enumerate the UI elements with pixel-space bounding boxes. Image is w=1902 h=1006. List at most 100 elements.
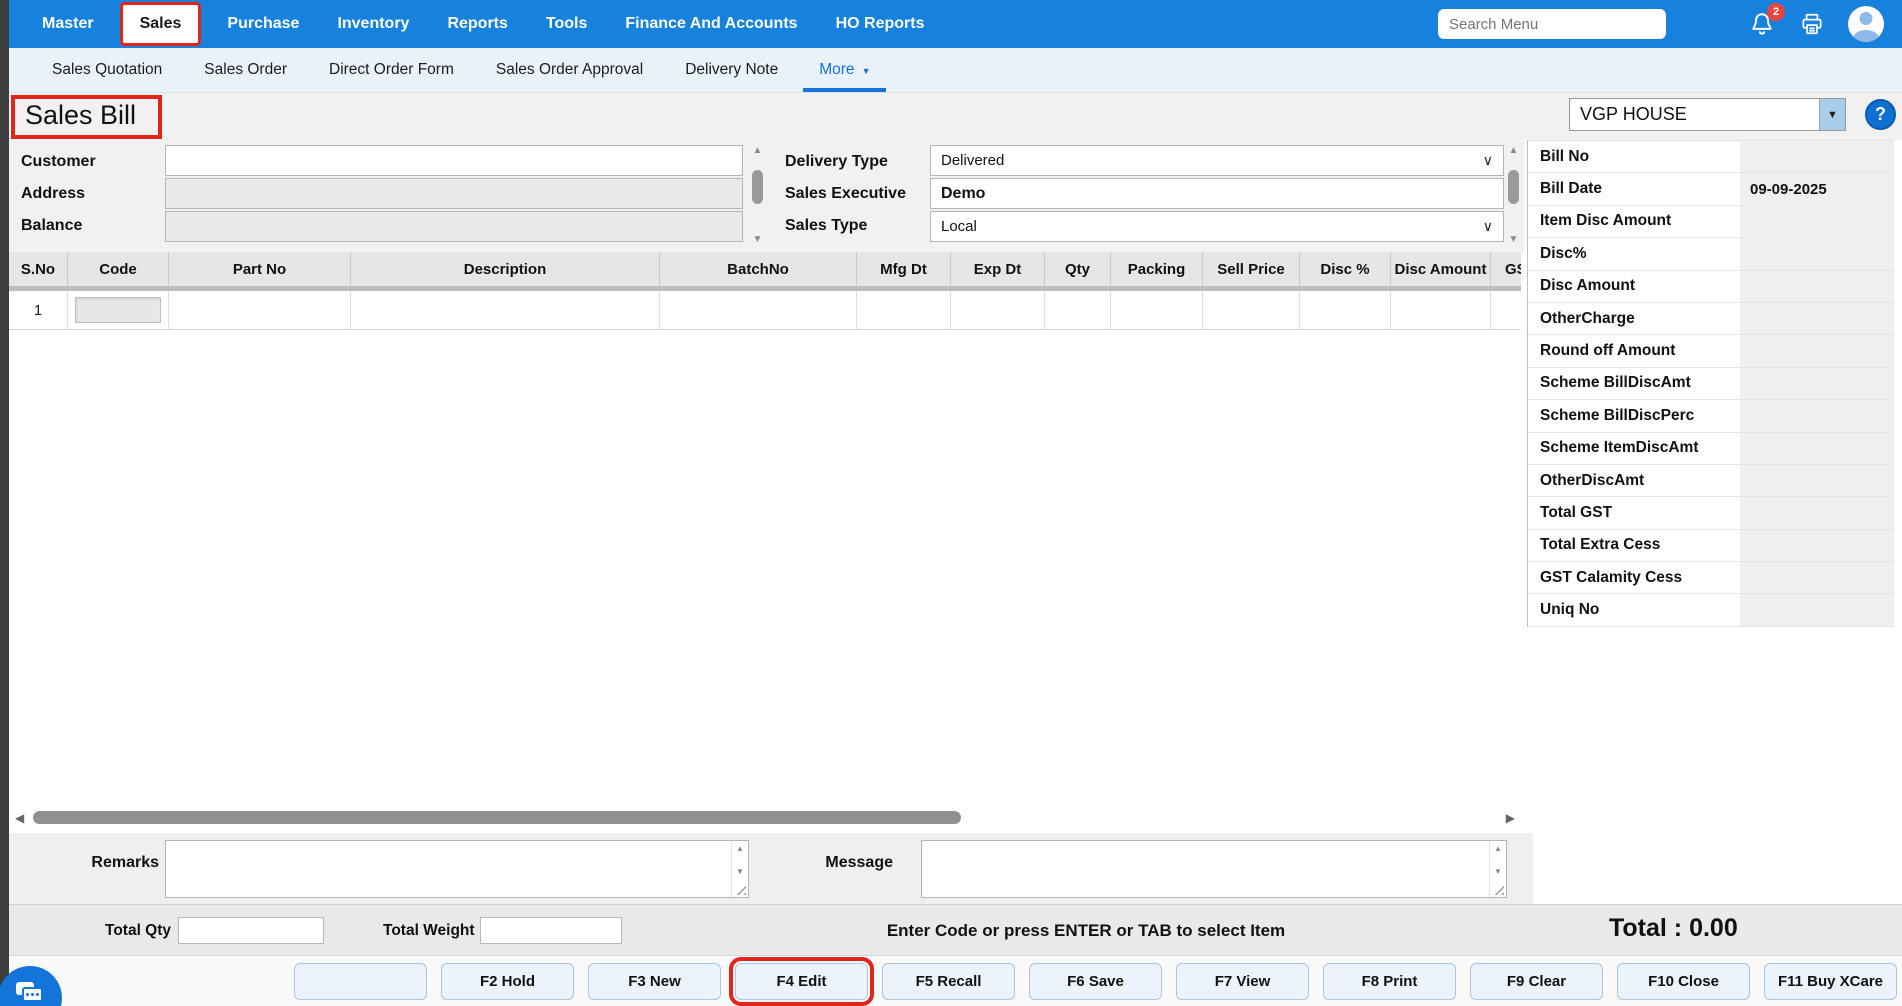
submenu-sales-order-approval[interactable]: Sales Order Approval [475,48,664,92]
printer-icon [1799,11,1825,37]
menu-item-purchase[interactable]: Purchase [208,0,318,48]
menu-item-reports[interactable]: Reports [428,0,526,48]
totals-band: Total Qty Total Weight Enter Code or pre… [9,904,1902,956]
cell-exp-dt [951,291,1045,329]
scroll-down-icon[interactable]: ▼ [749,234,766,246]
column-header-batchno: BatchNo [660,252,857,286]
cell-part-no [169,291,351,329]
summary-row-item-disc-amount: Item Disc Amount [1528,206,1894,238]
scroll-down-icon[interactable]: ▼ [1490,867,1506,876]
scroll-down-icon[interactable]: ▼ [1505,234,1522,246]
f6-save-button[interactable]: F6 Save [1029,963,1162,1000]
scroll-right-icon[interactable]: ▶ [1506,811,1515,825]
active-tab-underline [803,88,886,92]
summary-value [1740,465,1894,496]
branch-select[interactable]: VGP HOUSE ▼ [1569,98,1846,131]
textarea-scrollbar: ▲ ▼ [1489,841,1506,897]
f8-print-button[interactable]: F8 Print [1323,963,1456,1000]
code-input[interactable] [75,297,161,323]
summary-value [1740,594,1894,625]
summary-row-bill-no: Bill No [1528,141,1894,173]
summary-row-scheme-billdiscamt: Scheme BillDiscAmt [1528,368,1894,400]
submenu-more[interactable]: More ▼ [799,48,890,92]
f1-button[interactable] [294,963,427,1000]
scroll-up-icon[interactable]: ▲ [1490,844,1506,853]
summary-label: Item Disc Amount [1528,206,1740,237]
main-menu: Master Sales Purchase Inventory Reports … [9,0,943,48]
search-input[interactable] [1438,9,1666,39]
summary-label: Disc Amount [1528,271,1740,302]
menu-item-tools[interactable]: Tools [527,0,606,48]
f11-buy-xcare-button[interactable]: F11 Buy XCare [1764,963,1897,1000]
column-header-sell-price: Sell Price [1203,252,1300,286]
scroll-down-icon[interactable]: ▼ [732,867,748,876]
balance-label: Balance [21,217,82,235]
message-label: Message [821,854,893,872]
chat-bubbles-icon [16,982,44,1006]
branch-select-value: VGP HOUSE [1570,99,1819,130]
cell-qty [1045,291,1111,329]
submenu-sales-order[interactable]: Sales Order [183,48,308,92]
menu-item-finance-and-accounts[interactable]: Finance And Accounts [606,0,816,48]
total-weight-input[interactable] [480,917,622,944]
help-icon: ? [1875,104,1886,125]
summary-value [1740,530,1894,561]
summary-value [1740,335,1894,366]
scrollbar-thumb[interactable] [33,811,961,824]
scrollbar-thumb[interactable] [1508,170,1519,204]
menu-item-inventory[interactable]: Inventory [318,0,428,48]
f10-close-button[interactable]: F10 Close [1617,963,1750,1000]
title-highlight-box: Sales Bill [11,95,162,139]
summary-value [1740,271,1894,302]
summary-row-uniq-no: Uniq No [1528,594,1894,626]
print-button[interactable] [1798,10,1826,38]
f2-hold-button[interactable]: F2 Hold [441,963,574,1000]
scrollbar-thumb[interactable] [752,170,763,204]
submenu-delivery-note[interactable]: Delivery Note [664,48,799,92]
notifications-button[interactable]: 2 [1748,10,1776,38]
f7-view-button[interactable]: F7 View [1176,963,1309,1000]
balance-field [165,211,743,242]
resize-handle-icon[interactable] [735,884,746,895]
summary-value [1740,238,1894,269]
item-row-1: 1 [9,291,1521,330]
summary-label: Total Extra Cess [1528,530,1740,561]
form-panel-scrollbar: ▲ ▼ [1505,145,1522,246]
sales-executive-label: Sales Executive [785,185,906,203]
submenu-direct-order-form[interactable]: Direct Order Form [308,48,475,92]
total-weight-label: Total Weight [383,922,475,940]
summary-value [1740,400,1894,431]
summary-row-total-gst: Total GST [1528,497,1894,529]
f3-new-button[interactable]: F3 New [588,963,721,1000]
sales-executive-field[interactable]: Demo [930,178,1504,209]
summary-row-round-off: Round off Amount [1528,335,1894,367]
scroll-up-icon[interactable]: ▲ [749,145,766,157]
f9-clear-button[interactable]: F9 Clear [1470,963,1603,1000]
f5-recall-button[interactable]: F5 Recall [882,963,1015,1000]
submenu-sales-quotation[interactable]: Sales Quotation [31,48,183,92]
cell-sno: 1 [9,291,68,329]
grid-horizontal-scrollbar: ◀ ▶ [9,810,1521,826]
scroll-up-icon[interactable]: ▲ [1505,145,1522,157]
column-header-code: Code [68,252,169,286]
summary-row-other-charge: OtherCharge [1528,303,1894,335]
user-avatar[interactable] [1848,6,1884,42]
remarks-textarea[interactable] [166,841,748,897]
f4-edit-button[interactable]: F4 Edit [735,963,868,1000]
scroll-up-icon[interactable]: ▲ [732,844,748,853]
menu-item-master[interactable]: Master [23,0,113,48]
dropdown-arrow-icon[interactable]: ▼ [1819,99,1845,130]
sales-type-select[interactable]: Local ∨ [930,211,1504,242]
help-button[interactable]: ? [1865,99,1896,130]
menu-item-sales[interactable]: Sales [123,5,199,43]
menu-item-ho-reports[interactable]: HO Reports [817,0,944,48]
delivery-type-select[interactable]: Delivered ∨ [930,145,1504,176]
address-field [165,178,743,209]
customer-input[interactable] [165,145,743,176]
resize-handle-icon[interactable] [1493,884,1504,895]
column-header-description: Description [351,252,660,286]
message-textarea[interactable] [922,841,1506,897]
total-qty-input[interactable] [178,917,324,944]
scroll-left-icon[interactable]: ◀ [15,811,24,825]
cell-disc-percent [1300,291,1391,329]
